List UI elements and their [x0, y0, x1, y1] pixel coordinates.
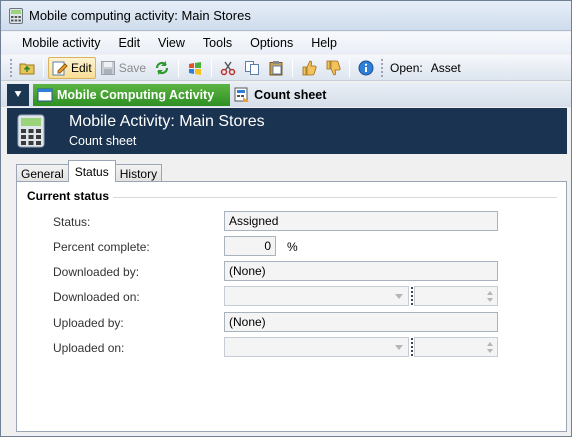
toolbar-separator — [211, 58, 213, 77]
nav-tab-mobile-computing-activity[interactable]: Mobile Computing Activity — [33, 84, 231, 106]
dropdown-arrow-icon — [395, 294, 403, 299]
toolbar-grip[interactable] — [381, 58, 384, 77]
open-input[interactable] — [428, 57, 572, 78]
uploaded-by-row: Uploaded by: (None) — [17, 312, 568, 334]
tab-history[interactable]: History — [114, 164, 163, 182]
thumbs-up-icon — [302, 60, 317, 75]
navigation-bar: ⯆ Mobile Computing Activity Count sheet — [1, 83, 571, 107]
copy-button[interactable] — [240, 57, 264, 79]
spin-up-icon[interactable] — [487, 291, 493, 295]
refresh-button[interactable] — [150, 57, 174, 79]
toolbar-separator — [349, 58, 351, 77]
status-row: Status: Assigned — [17, 211, 568, 233]
toolbar-separator — [178, 58, 180, 77]
thumbs-up-button[interactable] — [297, 57, 321, 79]
downloaded-on-date-dropdown[interactable] — [224, 286, 409, 306]
save-button[interactable]: Save — [96, 57, 150, 79]
group-title-current-status: Current status — [27, 189, 114, 203]
app-window: Mobile computing activity: Main Stores M… — [0, 0, 572, 437]
copy-icon — [245, 60, 260, 75]
edit-label: Edit — [71, 60, 92, 75]
expand-chevron-button[interactable]: ⯆ — [7, 84, 29, 106]
paste-button[interactable] — [264, 57, 288, 79]
edit-button[interactable]: Edit — [48, 56, 96, 79]
uploaded-on-time-spinner[interactable] — [414, 337, 498, 357]
info-icon — [358, 60, 374, 75]
window-title: Mobile computing activity: Main Stores — [29, 8, 251, 23]
record-subtitle: Count sheet — [69, 134, 137, 148]
status-label: Status: — [53, 215, 91, 229]
record-title: Mobile Activity: Main Stores — [69, 113, 265, 130]
title-bar: Mobile computing activity: Main Stores — [1, 1, 571, 31]
menu-help[interactable]: Help — [302, 36, 346, 50]
nav-tab-label: Mobile Computing Activity — [57, 88, 215, 102]
thumbs-down-button[interactable] — [321, 57, 345, 79]
menu-options[interactable]: Options — [241, 36, 302, 50]
menu-edit[interactable]: Edit — [110, 36, 150, 50]
folder-up-icon — [19, 63, 35, 74]
spin-up-icon[interactable] — [487, 342, 493, 346]
calculator-app-icon — [9, 7, 23, 24]
record-header: Mobile Activity: Main Stores Count sheet — [7, 108, 567, 154]
menu-tools[interactable]: Tools — [194, 36, 241, 50]
nav-tab-count-sheet[interactable]: Count sheet — [230, 84, 332, 106]
uploaded-by-label: Uploaded by: — [53, 316, 124, 330]
spin-down-icon[interactable] — [487, 298, 493, 302]
status-panel: Current status Status: Assigned Percent … — [16, 181, 567, 432]
window-form-icon — [37, 88, 53, 102]
uploaded-on-row: Uploaded on: — [17, 337, 568, 359]
downloaded-by-row: Downloaded by: (None) — [17, 261, 568, 283]
downloaded-on-row: Downloaded on: — [17, 286, 568, 308]
percent-complete-label: Percent complete: — [53, 240, 150, 254]
percent-unit: % — [287, 240, 298, 254]
toolbar: Edit Save Open: Asset — [1, 55, 572, 81]
menu-view[interactable]: View — [149, 36, 194, 50]
uploaded-on-date-dropdown[interactable] — [224, 337, 409, 357]
downloaded-by-label: Downloaded by: — [53, 265, 140, 279]
info-button[interactable] — [354, 57, 378, 79]
menu-bar: Mobile activity Edit View Tools Options … — [1, 32, 571, 54]
spin-down-icon[interactable] — [487, 349, 493, 353]
uploaded-by-field: (None) — [224, 312, 498, 332]
menu-mobile-activity[interactable]: Mobile activity — [13, 36, 110, 50]
downloaded-on-time-spinner[interactable] — [414, 286, 498, 306]
edit-pencil-icon — [52, 61, 68, 75]
downloaded-on-label: Downloaded on: — [53, 290, 140, 304]
toolbar-separator — [43, 58, 44, 77]
double-chevron-down-icon: ⯆ — [13, 88, 23, 101]
open-label: Open: — [390, 60, 423, 75]
uploaded-on-label: Uploaded on: — [53, 341, 125, 355]
cut-button[interactable] — [216, 57, 240, 79]
toolbar-grip[interactable] — [10, 58, 12, 77]
refresh-icon — [155, 60, 169, 75]
detail-tabs: General Status History — [16, 160, 163, 182]
tab-general[interactable]: General — [16, 164, 69, 182]
paste-clipboard-icon — [269, 60, 283, 75]
calculator-icon — [17, 114, 45, 148]
scissors-icon — [220, 61, 236, 75]
nav-tab-label: Count sheet — [254, 88, 327, 102]
tab-status[interactable]: Status — [67, 160, 116, 182]
windows-flag-icon — [189, 61, 202, 75]
percent-row: Percent complete: 0 % — [17, 236, 568, 258]
save-disk-icon — [100, 60, 115, 75]
thumbs-down-icon — [326, 60, 341, 75]
toolbar-separator — [292, 58, 294, 77]
count-sheet-icon — [234, 87, 250, 102]
save-label: Save — [118, 60, 147, 75]
downloaded-by-field: (None) — [224, 261, 498, 281]
new-record-button[interactable] — [15, 57, 39, 79]
windows-button[interactable] — [183, 57, 207, 79]
percent-complete-field: 0 — [224, 236, 276, 256]
dropdown-arrow-icon — [395, 345, 403, 350]
status-field: Assigned — [224, 211, 498, 231]
